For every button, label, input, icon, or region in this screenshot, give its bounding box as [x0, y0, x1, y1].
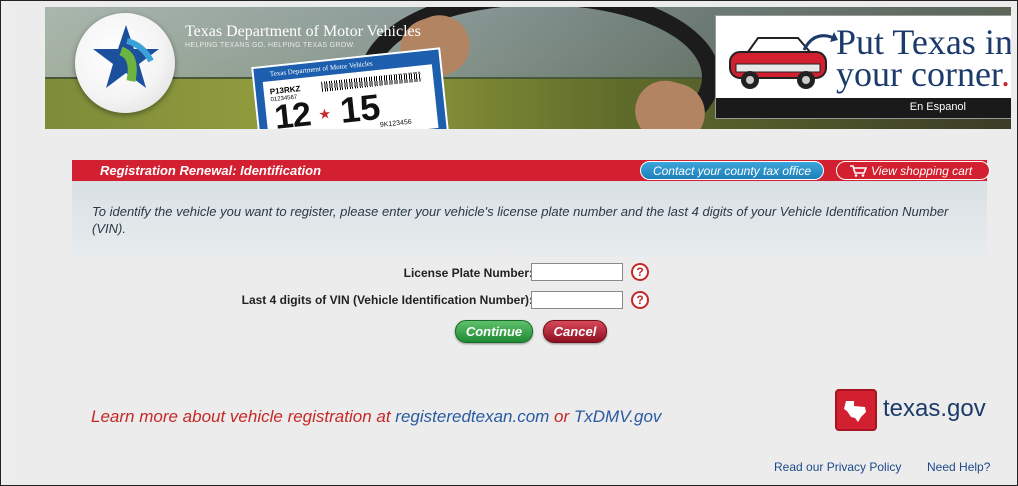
registeredtexan-link[interactable]: registeredtexan.com — [395, 407, 549, 426]
need-help-link[interactable]: Need Help? — [927, 460, 990, 474]
plate-help-icon[interactable]: ? — [631, 263, 649, 281]
page: Texas Department of Motor Vehicles HELPI… — [9, 1, 1017, 485]
texas-gov-wordmark: texas.gov — [883, 395, 986, 422]
instructions-panel: To identify the vehicle you want to regi… — [72, 181, 987, 257]
agency-subtitle: HELPING TEXANS GO. HELPING TEXAS GROW. — [185, 42, 356, 49]
view-cart-button[interactable]: View shopping cart — [836, 161, 990, 180]
view-cart-label: View shopping cart — [871, 164, 973, 178]
plate-input[interactable] — [531, 263, 623, 281]
vin-label: Last 4 digits of VIN (Vehicle Identifica… — [241, 293, 533, 307]
cart-icon — [850, 165, 867, 177]
sticker-year: 15 — [338, 86, 383, 129]
put-texas-ad[interactable]: Put Texas in your corner. En Espanol — [715, 15, 1011, 119]
continue-button[interactable]: Continue — [455, 320, 533, 343]
texas-state-icon — [844, 401, 866, 422]
plate-label: License Plate Number: — [403, 266, 533, 280]
header-banner: Texas Department of Motor Vehicles HELPI… — [45, 7, 1011, 129]
ad-line2: your corner — [836, 54, 1001, 94]
en-espanol-link[interactable]: En Espanol — [910, 101, 966, 113]
agency-title: Texas Department of Motor Vehicles — [185, 23, 421, 40]
sticker-month: 12 — [272, 95, 313, 129]
txdmv-link[interactable]: TxDMV.gov — [574, 407, 662, 426]
curved-arrow-icon — [802, 32, 838, 51]
contact-county-button[interactable]: Contact your county tax office — [640, 161, 824, 180]
privacy-policy-link[interactable]: Read our Privacy Policy — [774, 460, 901, 474]
cancel-button[interactable]: Cancel — [543, 320, 607, 343]
ad-period: . — [1000, 54, 1010, 94]
ad-footer: En Espanol — [716, 98, 1011, 118]
texas-gov-badge — [835, 389, 877, 431]
sticker-vin: 9K123456 — [379, 118, 413, 129]
vin-input[interactable] — [531, 291, 623, 309]
learn-more-or: or — [549, 407, 574, 426]
section-header-bar: Registration Renewal: Identification Con… — [72, 160, 990, 181]
vin-help-icon[interactable]: ? — [631, 291, 649, 309]
learn-more-prefix: Learn more about vehicle registration at — [91, 407, 396, 426]
browser-frame: Texas Department of Motor Vehicles HELPI… — [0, 0, 1018, 486]
texas-gov-logo[interactable]: texas.gov — [835, 389, 987, 433]
learn-more-text: Learn more about vehicle registration at… — [91, 407, 661, 427]
instructions-text: To identify the vehicle you want to regi… — [92, 204, 949, 236]
ad-slogan: Put Texas in your corner. — [836, 24, 1011, 92]
txdmv-star-logo-icon — [93, 25, 159, 88]
section-title: Registration Renewal: Identification — [100, 163, 322, 178]
sticker-star-icon: ★ — [317, 105, 332, 123]
